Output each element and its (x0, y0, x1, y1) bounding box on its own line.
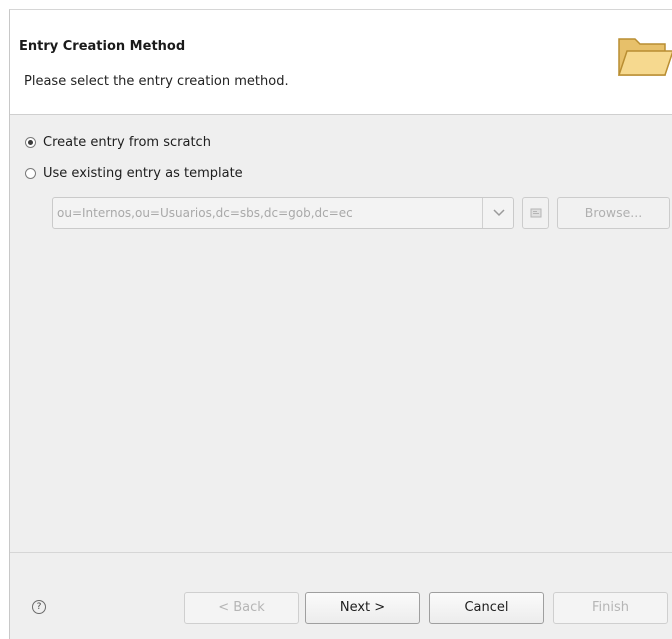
page-title: Entry Creation Method (19, 39, 186, 54)
radio-button-unselected[interactable] (25, 168, 36, 179)
radio-label-create-from-scratch: Create entry from scratch (43, 135, 211, 150)
radio-button-selected[interactable] (25, 137, 36, 148)
radio-label-use-template: Use existing entry as template (43, 166, 243, 181)
wizard-dialog: Entry Creation Method Please select the … (9, 9, 672, 639)
cancel-button[interactable]: Cancel (429, 592, 544, 624)
page-description: Please select the entry creation method. (24, 74, 289, 89)
chevron-down-icon[interactable] (482, 198, 514, 228)
entry-icon (530, 208, 541, 218)
next-button[interactable]: Next > (305, 592, 420, 624)
template-entry-value: ou=Internos,ou=Usuarios,dc=sbs,dc=gob,dc… (57, 206, 353, 220)
help-icon[interactable]: ? (32, 600, 46, 614)
browse-button[interactable]: Browse... (557, 197, 670, 229)
radio-use-template[interactable]: Use existing entry as template (25, 166, 243, 181)
radio-create-from-scratch[interactable]: Create entry from scratch (25, 135, 211, 150)
folder-icon (617, 38, 672, 76)
footer-divider (10, 552, 672, 553)
wizard-header: Entry Creation Method Please select the … (10, 10, 672, 115)
template-entry-combo[interactable]: ou=Internos,ou=Usuarios,dc=sbs,dc=gob,dc… (52, 197, 514, 229)
finish-button[interactable]: Finish (553, 592, 668, 624)
back-button[interactable]: < Back (184, 592, 299, 624)
select-entry-button[interactable] (522, 197, 549, 229)
